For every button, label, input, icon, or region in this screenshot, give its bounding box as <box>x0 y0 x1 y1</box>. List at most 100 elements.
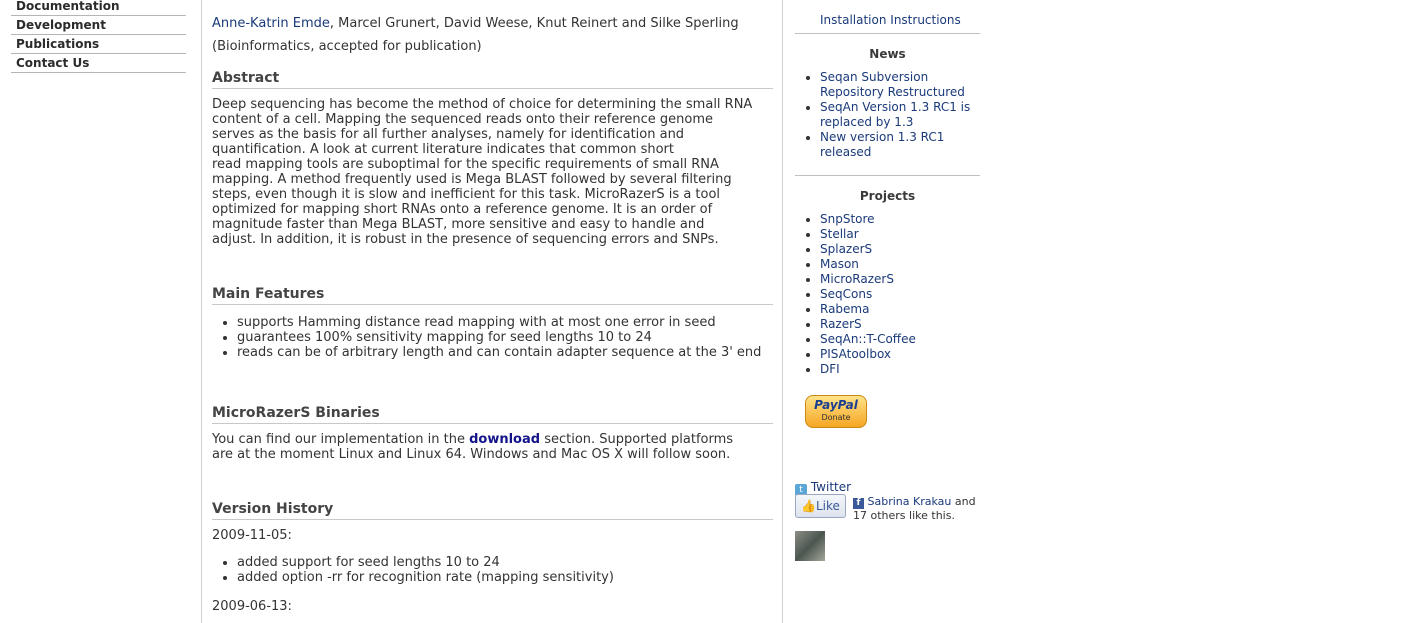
project-item[interactable]: SnpStore <box>820 212 916 227</box>
binaries-text: You can find our implementation in the d… <box>212 432 772 462</box>
paypal-donate-button[interactable]: PayPal Donate <box>805 395 867 428</box>
nav-item-development[interactable]: Development <box>11 16 186 35</box>
list-item: reads can be of arbitrary length and can… <box>237 345 761 360</box>
facebook-icon: f <box>853 498 864 509</box>
download-link[interactable]: download <box>469 432 540 447</box>
project-link[interactable]: SeqCons <box>820 287 872 301</box>
binaries-line: You can find our implementation in the d… <box>212 432 772 447</box>
project-item[interactable]: PISAtoolbox <box>820 347 916 362</box>
installation-instructions-link[interactable]: Installation Instructions <box>820 13 961 28</box>
news-line[interactable]: New version 1.3 RC1 <box>820 130 944 144</box>
list-item: added support for seed lengths 10 to 24 <box>237 555 614 570</box>
like-label: Like <box>816 499 840 513</box>
abstract-line: read mapping tools are suboptimal for th… <box>212 157 719 172</box>
thumbs-up-icon: 👍 <box>801 499 816 513</box>
nav-list: Documentation Development Publications C… <box>11 0 186 73</box>
binaries-line: are at the moment Linux and Linux 64. Wi… <box>212 447 731 462</box>
abstract-line: mapping. A method frequently used is Meg… <box>212 172 732 187</box>
abstract-line: adjust. In addition, it is robust in the… <box>212 232 719 247</box>
abstract-line: serves as the basis for all further anal… <box>212 127 685 142</box>
project-link[interactable]: Mason <box>820 257 859 271</box>
list-item: added option -rr for recognition rate (m… <box>237 570 614 585</box>
news-item[interactable]: New version 1.3 RC1released <box>820 130 970 160</box>
features-heading: Main Features <box>212 286 773 305</box>
abstract-line: optimized for mapping short RNAs onto a … <box>212 202 713 217</box>
left-navigation: Documentation Development Publications C… <box>0 0 202 623</box>
list-item: guarantees 100% sensitivity mapping for … <box>237 330 761 345</box>
abstract-line: steps, even though it is slow and ineffi… <box>212 187 721 202</box>
project-link[interactable]: PISAtoolbox <box>820 347 891 361</box>
news-line[interactable]: Seqan Subversion <box>820 70 928 84</box>
project-link[interactable]: Stellar <box>820 227 859 241</box>
main-content: Anne-Katrin Emde, Marcel Grunert, David … <box>202 0 783 623</box>
project-item[interactable]: SplazerS <box>820 242 916 257</box>
project-item[interactable]: RazerS <box>820 317 916 332</box>
nav-item-contact-us[interactable]: Contact Us <box>11 54 186 73</box>
history-date: 2009-06-13: <box>212 599 292 614</box>
author-link[interactable]: Anne-Katrin Emde <box>212 16 330 31</box>
project-link[interactable]: MicroRazerS <box>820 272 894 286</box>
publication-note: (Bioinformatics, accepted for publicatio… <box>212 39 482 54</box>
news-list: Seqan SubversionRepository Restructured … <box>795 70 970 160</box>
project-link[interactable]: Rabema <box>820 302 869 316</box>
news-heading: News <box>869 47 906 61</box>
history-date: 2009-11-05: <box>212 528 292 543</box>
fb-rest: and <box>951 495 976 508</box>
paypal-logo: PayPal <box>814 398 858 412</box>
divider <box>795 33 980 34</box>
project-item[interactable]: SeqAn::T-Coffee <box>820 332 916 347</box>
nav-link[interactable]: Publications <box>16 37 99 51</box>
twitter-link[interactable]: Twitter <box>811 480 851 494</box>
project-item[interactable]: DFI <box>820 362 916 377</box>
project-link[interactable]: RazerS <box>820 317 862 331</box>
news-line[interactable]: Repository Restructured <box>820 85 965 99</box>
abstract-text: Deep sequencing has become the method of… <box>212 97 772 247</box>
facebook-like-button[interactable]: 👍Like <box>795 494 846 518</box>
projects-heading: Projects <box>859 189 916 203</box>
project-item[interactable]: Rabema <box>820 302 916 317</box>
nav-link[interactable]: Documentation <box>16 0 120 13</box>
history-heading: Version History <box>212 501 773 520</box>
history-list: added support for seed lengths 10 to 24 … <box>212 555 614 585</box>
project-item[interactable]: Stellar <box>820 227 916 242</box>
project-link[interactable]: SnpStore <box>820 212 875 226</box>
news-line[interactable]: SeqAn Version 1.3 RC1 is <box>820 100 970 114</box>
binaries-pre: You can find our implementation in the <box>212 432 470 447</box>
fb-rest: 17 others like this. <box>853 509 955 522</box>
news-item[interactable]: Seqan SubversionRepository Restructured <box>820 70 970 100</box>
avatar[interactable] <box>795 531 825 561</box>
news-line[interactable]: replaced by 1.3 <box>820 115 913 129</box>
abstract-line: quantification. A look at current litera… <box>212 142 674 157</box>
project-link[interactable]: SplazerS <box>820 242 872 256</box>
project-item[interactable]: SeqCons <box>820 287 916 302</box>
donate-label: Donate <box>821 413 851 422</box>
nav-item-publications[interactable]: Publications <box>11 35 186 54</box>
nav-item-documentation[interactable]: Documentation <box>11 0 186 16</box>
news-line[interactable]: released <box>820 145 871 159</box>
abstract-line: content of a cell. Mapping the sequenced… <box>212 112 714 127</box>
abstract-line: Deep sequencing has become the method of… <box>212 97 753 112</box>
news-link[interactable]: SeqAn Version 1.3 RC1 is replaced by 1.3 <box>820 100 970 129</box>
facebook-friend-link[interactable]: Sabrina Krakau <box>868 495 952 508</box>
divider <box>795 175 980 176</box>
binaries-heading: MicroRazerS Binaries <box>212 405 773 424</box>
nav-link[interactable]: Contact Us <box>16 56 89 70</box>
right-sidebar: Installation Instructions News Seqan Sub… <box>783 0 1424 623</box>
project-item[interactable]: Mason <box>820 257 916 272</box>
list-item: supports Hamming distance read mapping w… <box>237 315 761 330</box>
abstract-heading: Abstract <box>212 70 773 89</box>
project-link[interactable]: SeqAn::T-Coffee <box>820 332 916 346</box>
project-item[interactable]: MicroRazerS <box>820 272 916 287</box>
news-link[interactable]: New version 1.3 RC1 released <box>820 130 944 159</box>
news-item[interactable]: SeqAn Version 1.3 RC1 isreplaced by 1.3 <box>820 100 970 130</box>
project-link[interactable]: DFI <box>820 362 840 376</box>
news-link[interactable]: Seqan Subversion Repository Restructured <box>820 70 965 99</box>
nav-link[interactable]: Development <box>16 18 106 32</box>
abstract-line: magnitude faster than Mega BLAST, more s… <box>212 217 705 232</box>
facebook-like-text: f Sabrina Krakau and 17 others like this… <box>853 495 983 523</box>
authors: Anne-Katrin Emde, Marcel Grunert, David … <box>212 16 739 31</box>
author-list: , Marcel Grunert, David Weese, Knut Rein… <box>329 16 739 31</box>
features-list: supports Hamming distance read mapping w… <box>212 315 761 360</box>
projects-list: SnpStore Stellar SplazerS Mason MicroRaz… <box>795 212 916 377</box>
binaries-post: section. Supported platforms <box>540 432 734 447</box>
